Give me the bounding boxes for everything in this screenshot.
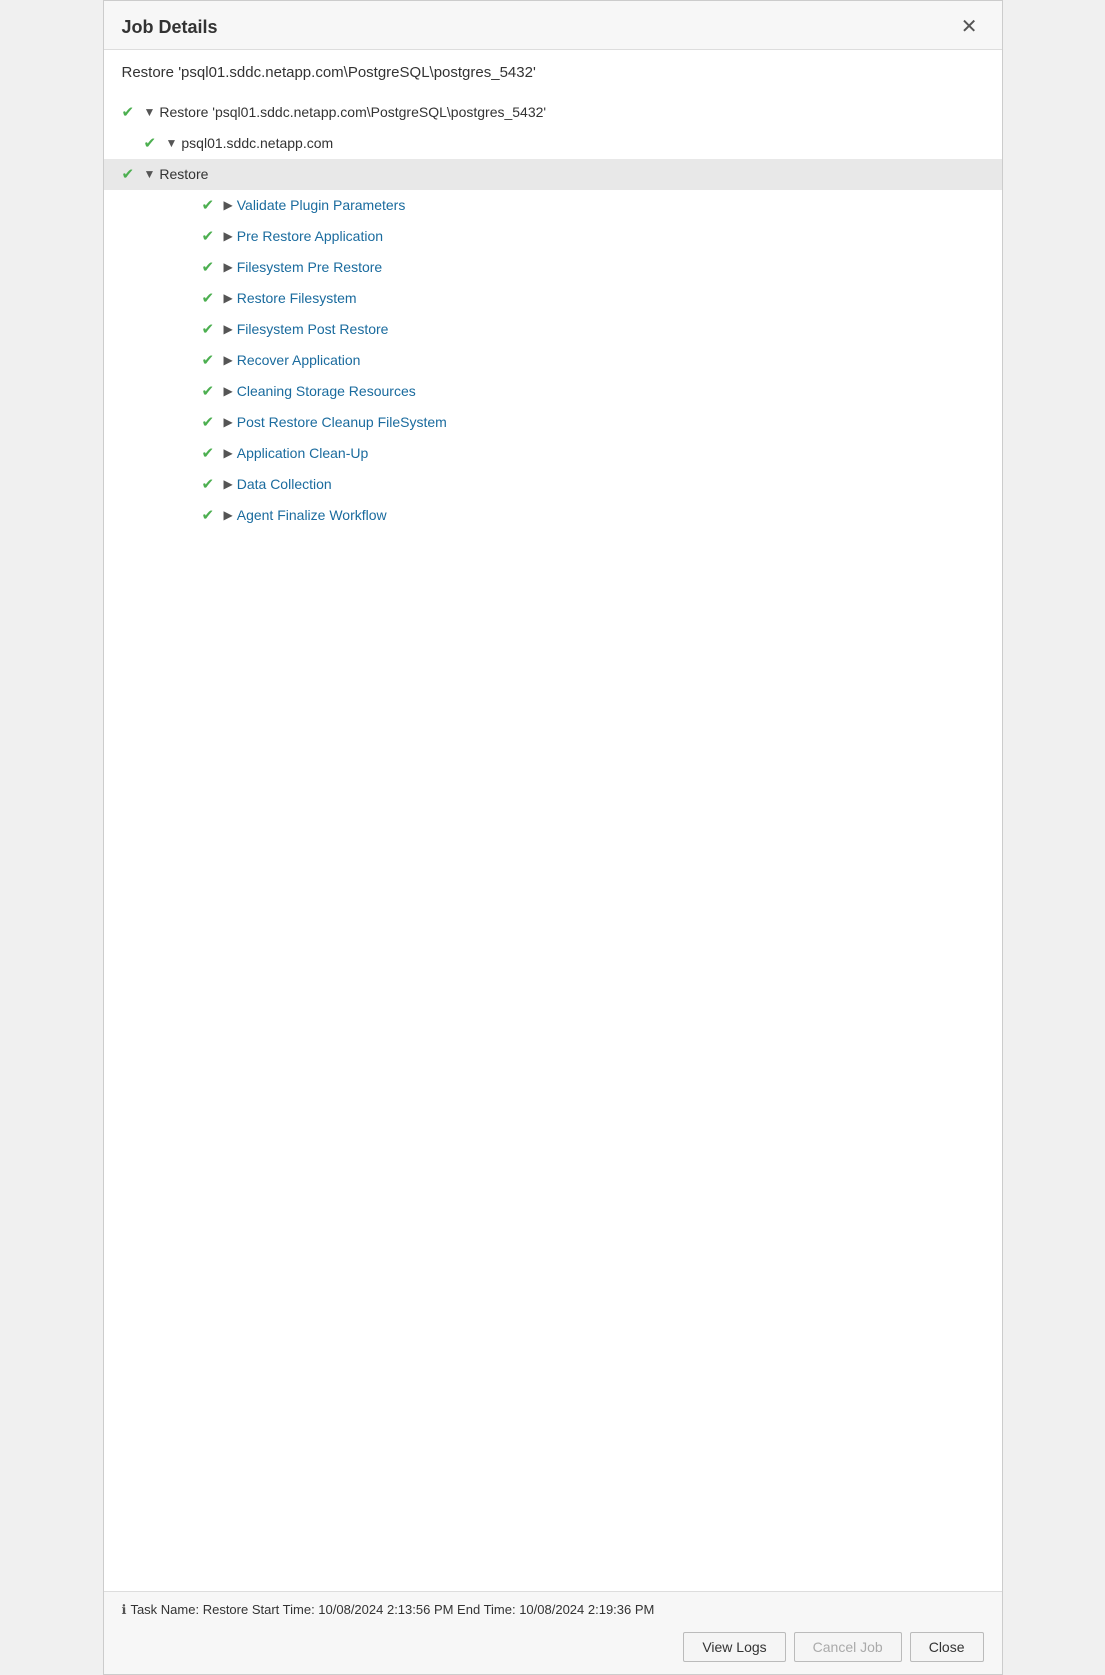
tree-level2-label: psql01.sddc.netapp.com (181, 134, 333, 154)
item-label-10[interactable]: Agent Finalize Workflow (237, 506, 387, 526)
footer-info-text: Task Name: Restore Start Time: 10/08/202… (130, 1602, 654, 1617)
list-item: ✔ ▶ Pre Restore Application (202, 221, 984, 252)
check-icon-2: ✔ (202, 257, 224, 278)
item-label-3[interactable]: Restore Filesystem (237, 289, 357, 309)
arrow-down-icon-level3: ▼ (144, 166, 156, 183)
job-details-dialog: Job Details ✕ Restore 'psql01.sddc.netap… (103, 0, 1003, 1675)
list-item: ✔ ▶ Post Restore Cleanup FileSystem (202, 407, 984, 438)
check-icon-3: ✔ (202, 288, 224, 309)
check-icon-level2: ✔ (144, 133, 166, 154)
arrow-right-icon-9: ▶ (224, 476, 233, 493)
list-item: ✔ ▶ Cleaning Storage Resources (202, 376, 984, 407)
list-item: ✔ ▶ Filesystem Pre Restore (202, 252, 984, 283)
check-icon-9: ✔ (202, 474, 224, 495)
job-tree: ✔ ▼ Restore 'psql01.sddc.netapp.com\Post… (122, 97, 984, 531)
arrow-down-icon-level2: ▼ (166, 135, 178, 152)
dialog-footer: ℹTask Name: Restore Start Time: 10/08/20… (104, 1591, 1002, 1674)
arrow-right-icon-7: ▶ (224, 414, 233, 431)
dialog-title: Job Details (122, 17, 218, 38)
list-item: ✔ ▶ Filesystem Post Restore (202, 314, 984, 345)
item-label-7[interactable]: Post Restore Cleanup FileSystem (237, 413, 447, 433)
list-item: ✔ ▶ Data Collection (202, 469, 984, 500)
arrow-right-icon-1: ▶ (224, 228, 233, 245)
list-item: ✔ ▶ Application Clean-Up (202, 438, 984, 469)
view-logs-button[interactable]: View Logs (683, 1632, 785, 1662)
item-label-2[interactable]: Filesystem Pre Restore (237, 258, 382, 278)
tree-level1: ✔ ▼ Restore 'psql01.sddc.netapp.com\Post… (122, 97, 984, 128)
check-icon-1: ✔ (202, 226, 224, 247)
tree-level3-label: Restore (159, 165, 208, 185)
info-icon: ℹ (122, 1602, 127, 1617)
close-dialog-button[interactable]: Close (910, 1632, 984, 1662)
footer-buttons: View Logs Cancel Job Close (104, 1624, 1002, 1674)
arrow-right-icon-4: ▶ (224, 321, 233, 338)
list-item: ✔ ▶ Agent Finalize Workflow (202, 500, 984, 531)
arrow-right-icon-6: ▶ (224, 383, 233, 400)
item-label-6[interactable]: Cleaning Storage Resources (237, 382, 416, 402)
list-item: ✔ ▶ Recover Application (202, 345, 984, 376)
footer-info: ℹTask Name: Restore Start Time: 10/08/20… (104, 1592, 1002, 1624)
tree-level1-label: Restore 'psql01.sddc.netapp.com\PostgreS… (159, 103, 546, 123)
list-item: ✔ ▶ Restore Filesystem (202, 283, 984, 314)
arrow-right-icon-2: ▶ (224, 259, 233, 276)
item-label-0[interactable]: Validate Plugin Parameters (237, 196, 406, 216)
item-label-1[interactable]: Pre Restore Application (237, 227, 383, 247)
arrow-right-icon-5: ▶ (224, 352, 233, 369)
arrow-right-icon-3: ▶ (224, 290, 233, 307)
arrow-right-icon-10: ▶ (224, 507, 233, 524)
arrow-right-icon-8: ▶ (224, 445, 233, 462)
check-icon-7: ✔ (202, 412, 224, 433)
item-label-9[interactable]: Data Collection (237, 475, 332, 495)
item-label-5[interactable]: Recover Application (237, 351, 361, 371)
list-item: ✔ ▶ Validate Plugin Parameters (202, 190, 984, 221)
check-icon-0: ✔ (202, 195, 224, 216)
check-icon-8: ✔ (202, 443, 224, 464)
cancel-job-button[interactable]: Cancel Job (794, 1632, 902, 1662)
close-icon[interactable]: ✕ (955, 15, 984, 39)
check-icon-4: ✔ (202, 319, 224, 340)
dialog-body: Restore 'psql01.sddc.netapp.com\PostgreS… (104, 50, 1002, 1591)
arrow-down-icon-level1: ▼ (144, 104, 156, 121)
tree-level2: ✔ ▼ psql01.sddc.netapp.com (144, 128, 984, 159)
tree-level3: ✔ ▼ Restore (104, 159, 1002, 190)
check-icon-level1: ✔ (122, 102, 144, 123)
check-icon-10: ✔ (202, 505, 224, 526)
arrow-right-icon-0: ▶ (224, 197, 233, 214)
check-icon-5: ✔ (202, 350, 224, 371)
check-icon-6: ✔ (202, 381, 224, 402)
dialog-header: Job Details ✕ (104, 1, 1002, 50)
page-subtitle: Restore 'psql01.sddc.netapp.com\PostgreS… (122, 64, 984, 81)
check-icon-level3: ✔ (122, 164, 144, 185)
item-label-8[interactable]: Application Clean-Up (237, 444, 369, 464)
item-label-4[interactable]: Filesystem Post Restore (237, 320, 389, 340)
